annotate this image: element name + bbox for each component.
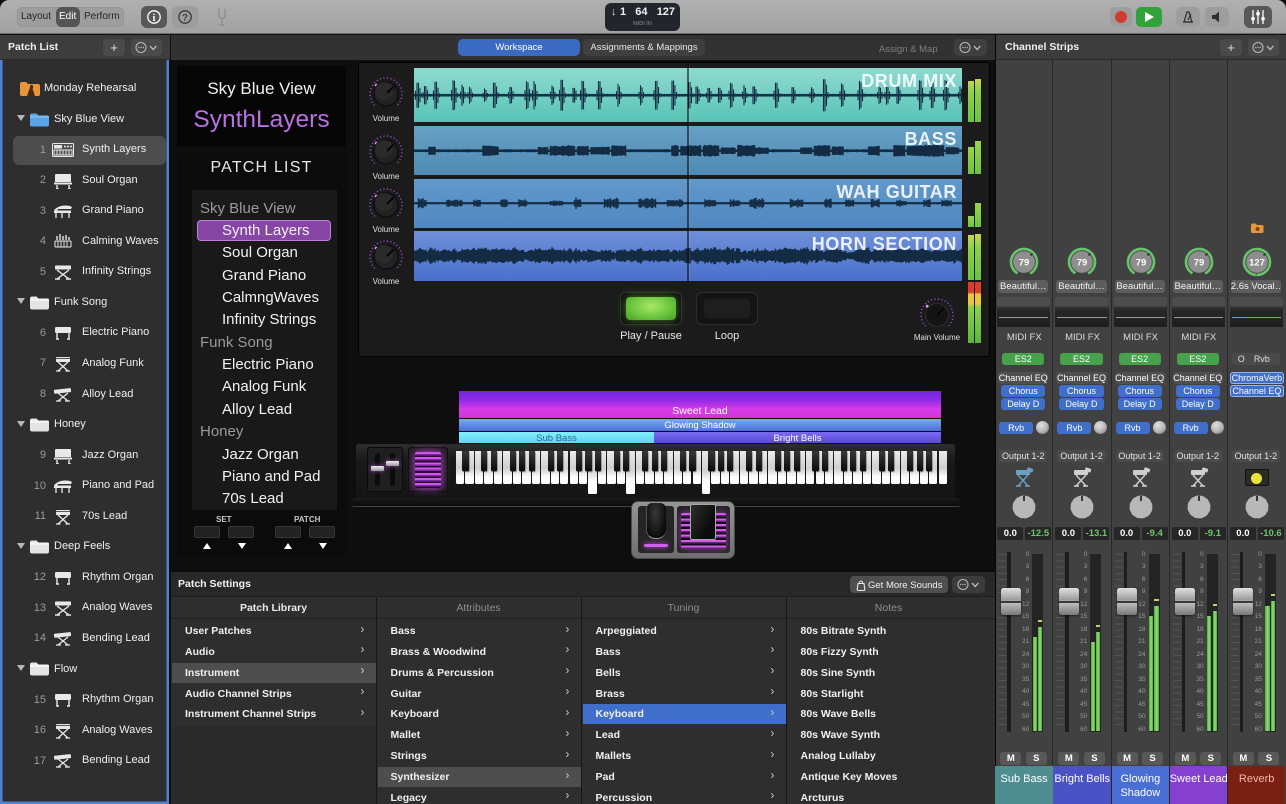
svg-text:79: 79 — [1135, 258, 1146, 269]
svg-text:79: 79 — [1077, 258, 1088, 269]
svg-text:79: 79 — [1194, 258, 1205, 269]
svg-text:?: ? — [182, 13, 188, 24]
svg-text:127: 127 — [1249, 258, 1265, 269]
svg-text:79: 79 — [1019, 258, 1030, 269]
